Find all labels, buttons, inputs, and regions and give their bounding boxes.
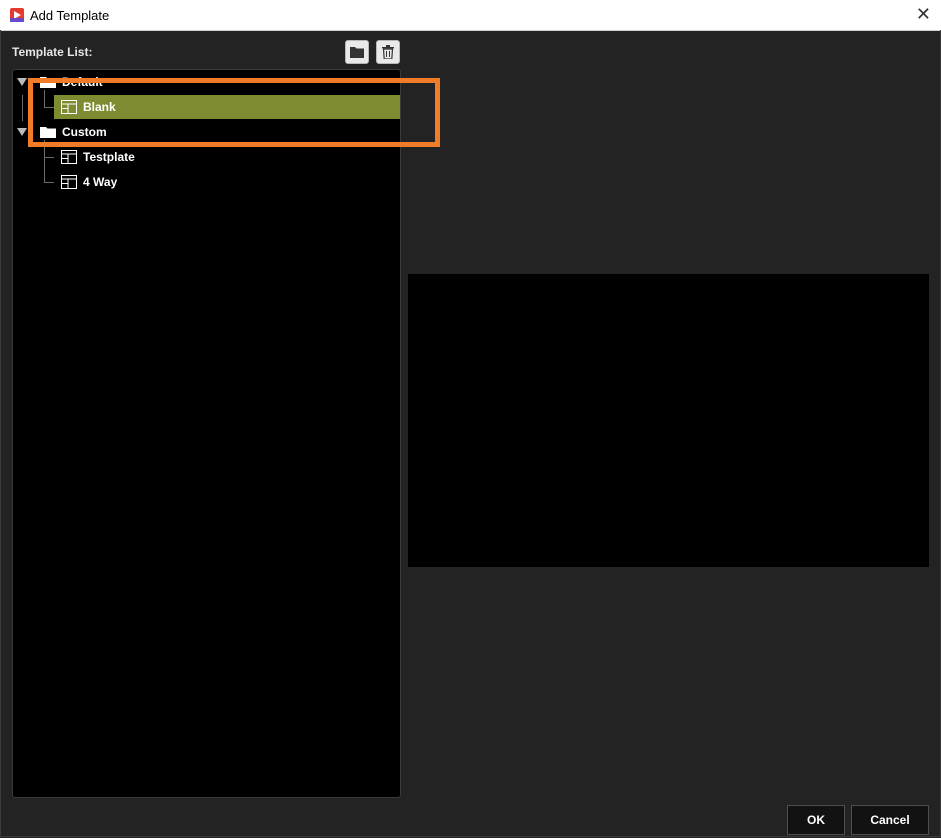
expand-arrow-icon[interactable] (17, 78, 27, 86)
highlight-box (28, 78, 440, 147)
tree-item-label: Testplate (83, 150, 135, 164)
layout-icon (61, 175, 77, 189)
ok-button[interactable]: OK (787, 805, 845, 835)
app-logo-icon (10, 8, 24, 22)
template-list-label: Template List: (12, 45, 93, 59)
cancel-button[interactable]: Cancel (851, 805, 929, 835)
title-bar: Add Template ✕ (0, 0, 941, 31)
tree-item-label: 4 Way (83, 175, 118, 189)
expand-arrow-icon[interactable] (17, 128, 27, 136)
trash-icon (382, 45, 394, 59)
template-tree[interactable]: Default Blank Custom Testplate 4 Way (12, 69, 401, 798)
tree-item-4-way[interactable]: 4 Way (61, 170, 117, 194)
delete-template-button[interactable] (376, 40, 400, 64)
layout-icon (61, 150, 77, 164)
tree-line (44, 157, 54, 158)
open-folder-button[interactable] (345, 40, 369, 64)
tree-item-testplate[interactable]: Testplate (61, 145, 135, 169)
folder-icon (350, 47, 364, 58)
template-preview (408, 274, 929, 567)
window-title: Add Template (30, 8, 110, 23)
tree-line (44, 182, 54, 183)
close-button[interactable]: ✕ (916, 4, 931, 24)
tree-line (22, 95, 23, 121)
